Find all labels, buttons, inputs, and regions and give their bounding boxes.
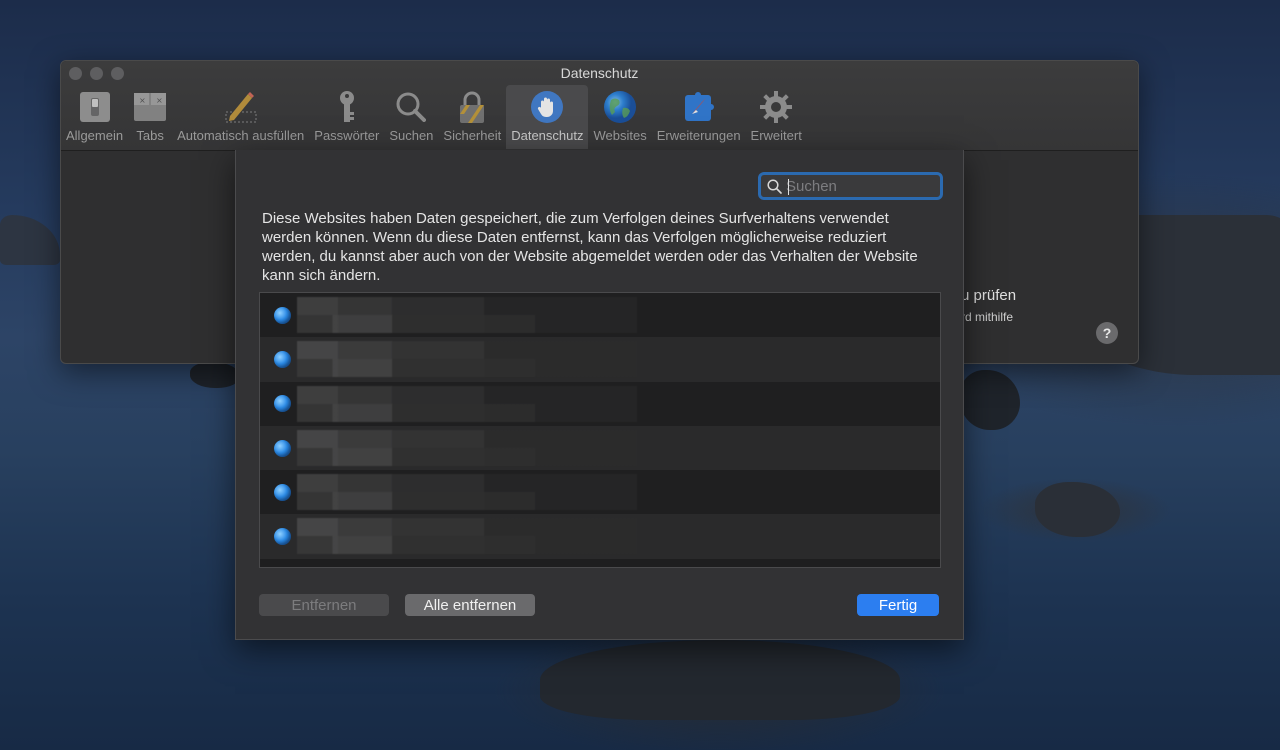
text-caret — [788, 179, 789, 195]
list-item[interactable] — [260, 514, 940, 559]
tab-label: Erweitert — [750, 128, 802, 143]
tab-label: Websites — [593, 128, 647, 143]
background-text: u prüfen — [961, 287, 1017, 304]
list-item[interactable] — [260, 293, 940, 338]
redacted-website-name — [297, 518, 637, 555]
wallpaper-rock — [1035, 482, 1120, 537]
wallpaper-rock — [0, 215, 60, 265]
svg-text:×: × — [156, 96, 163, 105]
lock-icon — [455, 90, 489, 124]
redacted-website-name — [297, 385, 637, 422]
globe-icon — [274, 528, 291, 546]
tab-label: Suchen — [389, 128, 434, 143]
list-item[interactable] — [260, 470, 940, 515]
tab-label: Datenschutz — [511, 128, 584, 143]
tab-privacy[interactable]: Datenschutz — [506, 85, 589, 149]
tab-label: Tabs — [136, 128, 164, 143]
tab-security[interactable]: Sicherheit — [438, 85, 506, 149]
website-data-sheet: Diese Websites haben Daten gespeichert, … — [235, 150, 964, 640]
switch-icon — [78, 90, 112, 124]
wallpaper-rock — [540, 640, 900, 720]
key-icon — [330, 90, 364, 124]
redacted-website-name — [297, 429, 637, 466]
list-item[interactable] — [260, 381, 940, 426]
pencil-icon — [224, 90, 258, 124]
list-item[interactable] — [260, 337, 940, 382]
globe-icon — [603, 90, 637, 124]
tab-label: Erweiterungen — [656, 128, 741, 143]
tab-label: Passwörter — [314, 128, 380, 143]
window-title: Datenschutz — [560, 65, 639, 81]
description-text: Diese Websites haben Daten gespeichert, … — [262, 210, 918, 284]
gear-icon — [759, 90, 793, 124]
svg-text:×: × — [139, 96, 146, 105]
tab-passwords[interactable]: Passwörter — [309, 85, 384, 149]
tab-label: Sicherheit — [443, 128, 502, 143]
puzzle-icon — [682, 90, 716, 124]
search-input[interactable] — [786, 177, 936, 195]
globe-icon — [274, 350, 291, 368]
tab-label: Allgemein — [66, 128, 124, 143]
tab-label: Automatisch ausfüllen — [177, 128, 305, 143]
redacted-website-name — [297, 474, 637, 511]
globe-icon — [274, 483, 291, 501]
tab-extensions[interactable]: Erweiterungen — [652, 85, 746, 149]
wallpaper-rock — [960, 370, 1020, 430]
search-icon — [767, 178, 782, 194]
website-list[interactable] — [259, 292, 941, 568]
tab-websites[interactable]: Websites — [588, 85, 651, 149]
hand-icon — [530, 90, 564, 124]
redacted-website-name — [297, 297, 637, 333]
wallpaper-rock — [190, 362, 240, 388]
search-icon — [394, 90, 428, 124]
title-bar: Datenschutz Allgemein × × Tabs Automatisc… — [61, 61, 1138, 151]
tab-allgemein[interactable]: Allgemein — [61, 85, 128, 149]
done-button[interactable]: Fertig — [857, 594, 939, 616]
list-item[interactable] — [260, 425, 940, 471]
tabs-icon: × × — [133, 90, 167, 124]
globe-icon — [274, 306, 291, 324]
tab-advanced[interactable]: Erweitert — [746, 85, 807, 149]
search-field[interactable] — [758, 172, 943, 200]
globe-icon — [274, 395, 291, 413]
preferences-toolbar: Allgemein × × Tabs Automatisch ausfüllen … — [61, 85, 807, 149]
tab-autofill[interactable]: Automatisch ausfüllen — [172, 85, 309, 149]
help-button[interactable]: ? — [1096, 322, 1118, 344]
remove-all-button[interactable]: Alle entfernen — [405, 594, 535, 616]
globe-icon — [274, 439, 291, 457]
tab-tabs[interactable]: × × Tabs — [128, 85, 172, 149]
background-text: rd mithilfe — [961, 310, 1014, 324]
redacted-website-name — [297, 341, 637, 378]
tab-search[interactable]: Suchen — [384, 85, 438, 149]
remove-button[interactable]: Entfernen — [259, 594, 389, 616]
